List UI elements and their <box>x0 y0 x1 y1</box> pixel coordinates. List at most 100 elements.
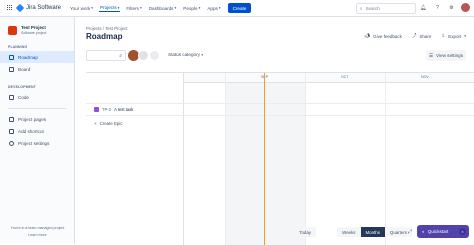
month-divider <box>385 73 386 245</box>
nav-people[interactable]: People ▾ <box>182 5 201 12</box>
jira-logo[interactable]: Jira Software <box>15 3 61 13</box>
help-icon[interactable]: ? <box>433 3 442 12</box>
nav-label: Dashboards <box>148 5 174 11</box>
fullscreen-icon[interactable]: ⤢ <box>406 227 414 237</box>
project-type: Software project <box>21 31 47 35</box>
add-people-icon[interactable] <box>150 51 159 60</box>
sidebar-item-label: Project settings <box>18 140 50 146</box>
sidebar-item-label: Board <box>18 66 31 72</box>
nav-label: Apps <box>207 5 218 11</box>
app-switcher-icon[interactable] <box>7 5 13 11</box>
chevron-down-icon: ▾ <box>117 5 120 10</box>
chevron-down-icon: ▾ <box>91 6 94 10</box>
nav-apps[interactable]: Apps ▾ <box>206 5 221 12</box>
today-marker <box>264 73 266 245</box>
nav-label: Your work <box>70 5 91 11</box>
share-button[interactable]: ⤴ Share <box>412 33 432 39</box>
chevron-down-icon: ▾ <box>139 6 142 10</box>
nav-label: Projects <box>100 5 117 10</box>
create-epic-button[interactable]: + Create Epic <box>94 121 123 126</box>
sidebar-item-roadmap[interactable]: Roadmap <box>0 51 74 63</box>
button-label: Quickstart <box>427 229 449 234</box>
page-title: Roadmap <box>86 32 123 41</box>
planning-heading: PLANNING <box>8 45 28 49</box>
zoom-weeks-button[interactable]: Weeks <box>337 227 361 237</box>
chevron-down-icon: ▾ <box>464 34 466 38</box>
nav-label: Filters <box>126 5 139 11</box>
month-label: NOV <box>421 75 429 79</box>
button-label: View settings <box>436 53 463 58</box>
task-type-icon <box>94 107 99 112</box>
development-heading: DEVELOPMENT <box>8 85 37 89</box>
share-icon: ⤴ <box>411 33 417 38</box>
sidebar-item-label: Project pages <box>18 116 47 122</box>
button-label: Export <box>448 33 462 39</box>
sidebar-item-project-pages[interactable]: Project pages <box>0 113 74 125</box>
nav-filters[interactable]: Filters ▾ <box>125 5 142 12</box>
megaphone-icon: 📣︎ <box>364 33 371 38</box>
nav-projects[interactable]: Projects ▾ <box>99 4 121 12</box>
board-icon <box>9 66 14 72</box>
sidebar-item-project-settings[interactable]: Project settings <box>0 137 74 149</box>
create-button[interactable]: Create <box>227 3 252 13</box>
task-summary: A test task <box>114 107 134 112</box>
nav-label: People <box>183 5 198 11</box>
close-icon[interactable]: × <box>459 228 466 235</box>
sidebar-divider <box>8 103 66 109</box>
sidebar-item-label: Roadmap <box>18 54 38 60</box>
project-sidebar: Test Project Software project PLANNING R… <box>0 17 75 244</box>
breadcrumb-project[interactable]: Test Project <box>105 26 127 31</box>
project-header[interactable]: Test Project Software project <box>0 17 74 35</box>
sidebar-item-add-shortcut[interactable]: Add shortcut <box>0 125 74 137</box>
sidebar-item-label: Code <box>18 94 29 100</box>
sidebar-item-label: Add shortcut <box>18 128 44 134</box>
pages-icon <box>9 116 14 122</box>
roadmap-main: Projects / Test Project Roadmap 📣︎ Give f… <box>76 17 474 245</box>
status-category-dropdown[interactable]: Status category ▾ <box>168 52 203 57</box>
chevron-down-icon: ▾ <box>201 53 203 57</box>
export-button[interactable]: ⇩ Export ▾ <box>441 33 466 39</box>
roadmap-icon <box>9 54 14 60</box>
main-nav: Your work ▾ Projects ▾ Filters ▾ Dashboards… <box>69 4 222 12</box>
learn-more-link[interactable]: Learn more <box>0 233 75 237</box>
sidebar-item-code[interactable]: Code <box>0 91 74 103</box>
view-settings-button[interactable]: ☰ View settings <box>425 50 466 61</box>
chevron-down-icon: ▾ <box>198 6 201 10</box>
code-icon <box>9 94 14 100</box>
chevron-down-icon: ▾ <box>218 6 221 10</box>
top-navigation: Jira Software Your work ▾ Projects ▾ Filte… <box>0 0 474 17</box>
month-divider <box>305 73 306 245</box>
task-row <box>86 103 474 116</box>
give-feedback-button[interactable]: 📣︎ Give feedback <box>364 33 402 39</box>
timeline-zoom-toggle: Weeks Months Quarters <box>337 227 412 237</box>
dropdown-label: Status category <box>168 52 200 57</box>
header-actions: 📣︎ Give feedback ⤴ Share ⇩ Export ▾ <box>364 33 466 39</box>
task-item[interactable]: TP-2 A test task <box>94 107 133 112</box>
plus-icon: + <box>94 121 97 126</box>
search-input[interactable]: ⌕ Search <box>356 3 416 14</box>
notifications-icon[interactable]: 🔔︎ <box>419 3 428 12</box>
month-label: OCT <box>341 75 349 79</box>
nav-dashboards[interactable]: Dashboards ▾ <box>148 5 178 12</box>
search-icon: ⌕ <box>360 6 363 11</box>
quickstart-button[interactable]: ◐ Quickstart × <box>417 225 469 238</box>
roadmap-search-input[interactable]: ⌕ <box>86 50 126 61</box>
profile-avatar[interactable] <box>461 3 470 12</box>
sidebar-footer: You're in a team-managed project Learn m… <box>0 226 75 237</box>
sidebar-item-board[interactable]: Board <box>0 63 74 75</box>
nav-your-work[interactable]: Your work ▾ <box>69 5 94 12</box>
settings-icon[interactable]: ⚙ <box>447 3 456 12</box>
today-button[interactable]: Today <box>294 227 316 237</box>
task-key: TP-2 <box>102 107 112 112</box>
breadcrumb-projects[interactable]: Projects <box>86 26 102 31</box>
search-placeholder: Search <box>365 6 380 11</box>
button-label: Give feedback <box>373 33 402 39</box>
month-divider <box>225 73 226 245</box>
gear-icon <box>9 140 14 146</box>
avatar[interactable] <box>138 50 149 61</box>
sliders-icon: ☰ <box>428 52 434 58</box>
export-icon: ⇩ <box>441 33 446 38</box>
jira-logo-icon <box>15 3 25 13</box>
quickstart-icon: ◐ <box>422 229 425 234</box>
zoom-months-button[interactable]: Months <box>360 227 385 237</box>
